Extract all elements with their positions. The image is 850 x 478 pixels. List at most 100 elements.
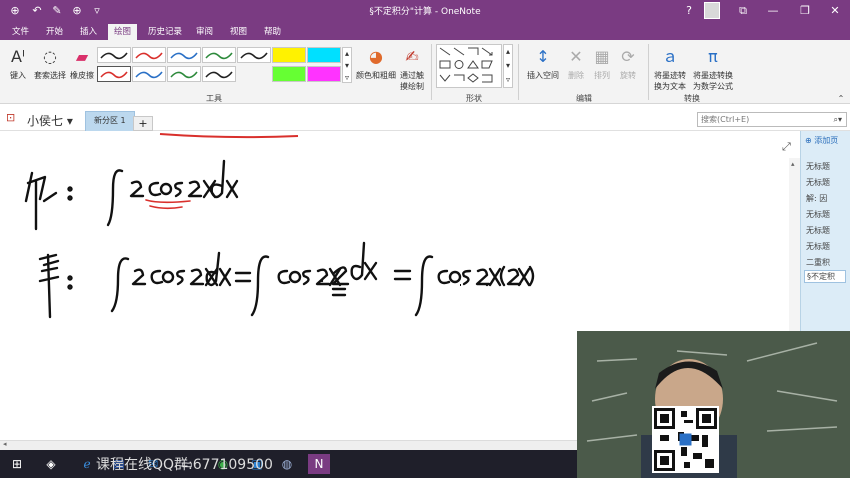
notebook-selector[interactable]: 小侯七 ▾ xyxy=(27,112,73,129)
help-button[interactable]: ? xyxy=(676,2,702,20)
ribbon-display-button[interactable]: ⧉ xyxy=(730,2,756,20)
browser-icon[interactable]: ℯ xyxy=(76,454,98,474)
add-page-button[interactable]: ⊕ 添加页 xyxy=(805,135,838,146)
group-label-tools: 工具 xyxy=(206,94,222,103)
tab-home[interactable]: 开始 xyxy=(40,24,69,40)
highlighter-yellow[interactable] xyxy=(272,47,306,63)
scroll-left-icon[interactable]: ◂ xyxy=(3,440,7,448)
delete-icon: ✕ xyxy=(569,47,583,66)
pen-green-2[interactable] xyxy=(202,66,236,82)
app-icon[interactable]: ◈ xyxy=(40,454,62,474)
pinned-app-icon[interactable]: ◍ xyxy=(276,454,298,474)
notebook-icon: ⊡ xyxy=(6,111,16,124)
arrange-button[interactable]: ▦ 排列 xyxy=(590,46,614,81)
page-item[interactable]: 无标题 xyxy=(806,225,848,236)
pen-green-1[interactable] xyxy=(202,47,236,63)
ink-to-text-button[interactable]: ａ 将墨迹转换为文本 xyxy=(652,46,688,92)
tab-file[interactable]: 文件 xyxy=(6,24,35,40)
group-label-edit: 编辑 xyxy=(576,94,592,103)
tab-help[interactable]: 帮助 xyxy=(258,24,287,40)
ribbon: A͏ᴵ 键入 ◌ 套索选择 ▰ 橡皮擦 ▴ ▾ ▿ ◕ 颜色和粗细 ✍ 通过触摸绘制… xyxy=(0,40,850,104)
expand-icon[interactable]: ⤢ xyxy=(782,140,791,154)
page-item[interactable]: 无标题 xyxy=(806,241,848,252)
pen-stroke-icon xyxy=(170,52,198,60)
insert-space-icon: ↕ xyxy=(536,47,550,66)
tab-history[interactable]: 历史记录 xyxy=(142,24,188,40)
tab-insert[interactable]: 插入 xyxy=(74,24,103,40)
page-item-selected[interactable]: §不定积 xyxy=(804,270,846,283)
pen-red-2[interactable] xyxy=(132,66,166,82)
rotate-icon: ⟳ xyxy=(621,47,635,66)
search-input[interactable]: 搜索(Ctrl+E) ⌕▾ xyxy=(697,112,847,127)
pen-stroke-icon xyxy=(205,71,233,79)
pen-stroke-swatch xyxy=(135,71,163,79)
page-item[interactable]: 无标题 xyxy=(806,177,848,188)
palette-icon: ◕ xyxy=(369,47,383,66)
title-bar: ⊕ ↶ ✎ ⊕ ▿ §不定积分"计算 - OneNote ? ⧉ — ❐ ✕ xyxy=(0,0,850,22)
highlighter-magenta[interactable] xyxy=(307,66,341,82)
pen-stroke-icon xyxy=(135,71,163,79)
shape-glyphs-icon xyxy=(439,47,493,83)
pen-black-2[interactable] xyxy=(237,47,271,63)
collapse-ribbon-icon[interactable]: ⌃ xyxy=(836,94,846,103)
onenote-taskbar-icon[interactable]: N xyxy=(308,454,330,474)
pen-stroke-swatch xyxy=(205,71,233,79)
group-label-shapes: 形状 xyxy=(466,94,482,103)
search-icon: ⌕▾ xyxy=(833,115,843,124)
page-item[interactable]: 无标题 xyxy=(806,161,848,172)
lasso-select-button[interactable]: ◌ 套索选择 xyxy=(32,46,68,81)
avatar[interactable] xyxy=(704,2,720,19)
pen-black-selected[interactable] xyxy=(97,66,131,82)
pen-stroke-icon xyxy=(170,71,198,79)
pen-stroke-icon xyxy=(100,52,128,60)
section-tab[interactable]: 新分区 1 xyxy=(85,111,135,131)
touch-draw-button[interactable]: ✍ 通过触摸绘制 xyxy=(398,46,426,92)
window-title: §不定积分"计算 - OneNote xyxy=(369,7,481,17)
ribbon-tabs: 文件 开始 插入 绘图 历史记录 审阅 视图 帮助 xyxy=(0,22,850,40)
windows-start-icon[interactable]: ⊞ xyxy=(6,454,28,474)
tab-view[interactable]: 视图 xyxy=(224,24,253,40)
group-label-convert: 转换 xyxy=(684,94,700,103)
pen-blue-2[interactable] xyxy=(167,66,201,82)
highlighter-cyan[interactable] xyxy=(307,47,341,63)
eraser-icon: ▰ xyxy=(75,47,89,66)
page-item[interactable]: 无标题 xyxy=(806,209,848,220)
page-item[interactable]: 二重积 xyxy=(806,257,848,268)
lasso-icon: ◌ xyxy=(43,47,57,66)
notebook-bar: ⊡ 小侯七 ▾ 新分区 1 + 搜索(Ctrl+E) ⌕▾ xyxy=(0,105,850,131)
ribbon-divider xyxy=(648,44,649,100)
color-thickness-button[interactable]: ◕ 颜色和粗细 xyxy=(356,46,396,81)
shapes-gallery[interactable] xyxy=(436,44,502,88)
type-button[interactable]: A͏ᴵ 键入 xyxy=(6,46,30,81)
insert-space-button[interactable]: ↕ 插入空间 xyxy=(524,46,562,81)
maximize-button[interactable]: ❐ xyxy=(792,2,818,20)
pen-stroke-swatch xyxy=(240,52,268,60)
pen-blue-1[interactable] xyxy=(167,47,201,63)
ribbon-divider xyxy=(431,44,432,100)
pen-stroke-swatch xyxy=(170,71,198,79)
watermark-text: 课程在线QQ群:677109500 xyxy=(96,457,273,473)
add-section-button[interactable]: + xyxy=(133,116,153,131)
pen-gallery-more[interactable]: ▴ ▾ ▿ xyxy=(342,47,352,83)
cursor-text-icon: A͏ᴵ xyxy=(11,47,25,66)
minimize-button[interactable]: — xyxy=(760,2,786,20)
ink-to-math-button[interactable]: π 将墨迹转换为数学公式 xyxy=(690,46,736,92)
close-button[interactable]: ✕ xyxy=(822,2,848,20)
shapes-gallery-more[interactable]: ▴ ▾ ▿ xyxy=(503,44,513,88)
pen-red-1[interactable] xyxy=(132,47,166,63)
delete-button[interactable]: ✕ 删除 xyxy=(564,46,588,81)
pen-stroke-icon xyxy=(240,52,268,60)
scroll-up-icon[interactable]: ▴ xyxy=(791,160,795,168)
eraser-button[interactable]: ▰ 橡皮擦 xyxy=(68,46,96,81)
rotate-button[interactable]: ⟳ 旋转 xyxy=(616,46,640,81)
pen-stroke-icon xyxy=(135,52,163,60)
highlighter-green[interactable] xyxy=(272,66,306,82)
qr-code xyxy=(652,406,719,473)
pen-black-1[interactable] xyxy=(97,47,131,63)
tab-draw[interactable]: 绘图 xyxy=(108,24,138,40)
ribbon-divider xyxy=(518,44,519,100)
pen-stroke-icon xyxy=(100,71,128,79)
pen-stroke-swatch xyxy=(205,52,233,60)
page-item[interactable]: 解: 因 xyxy=(806,193,848,204)
tab-review[interactable]: 审阅 xyxy=(190,24,219,40)
